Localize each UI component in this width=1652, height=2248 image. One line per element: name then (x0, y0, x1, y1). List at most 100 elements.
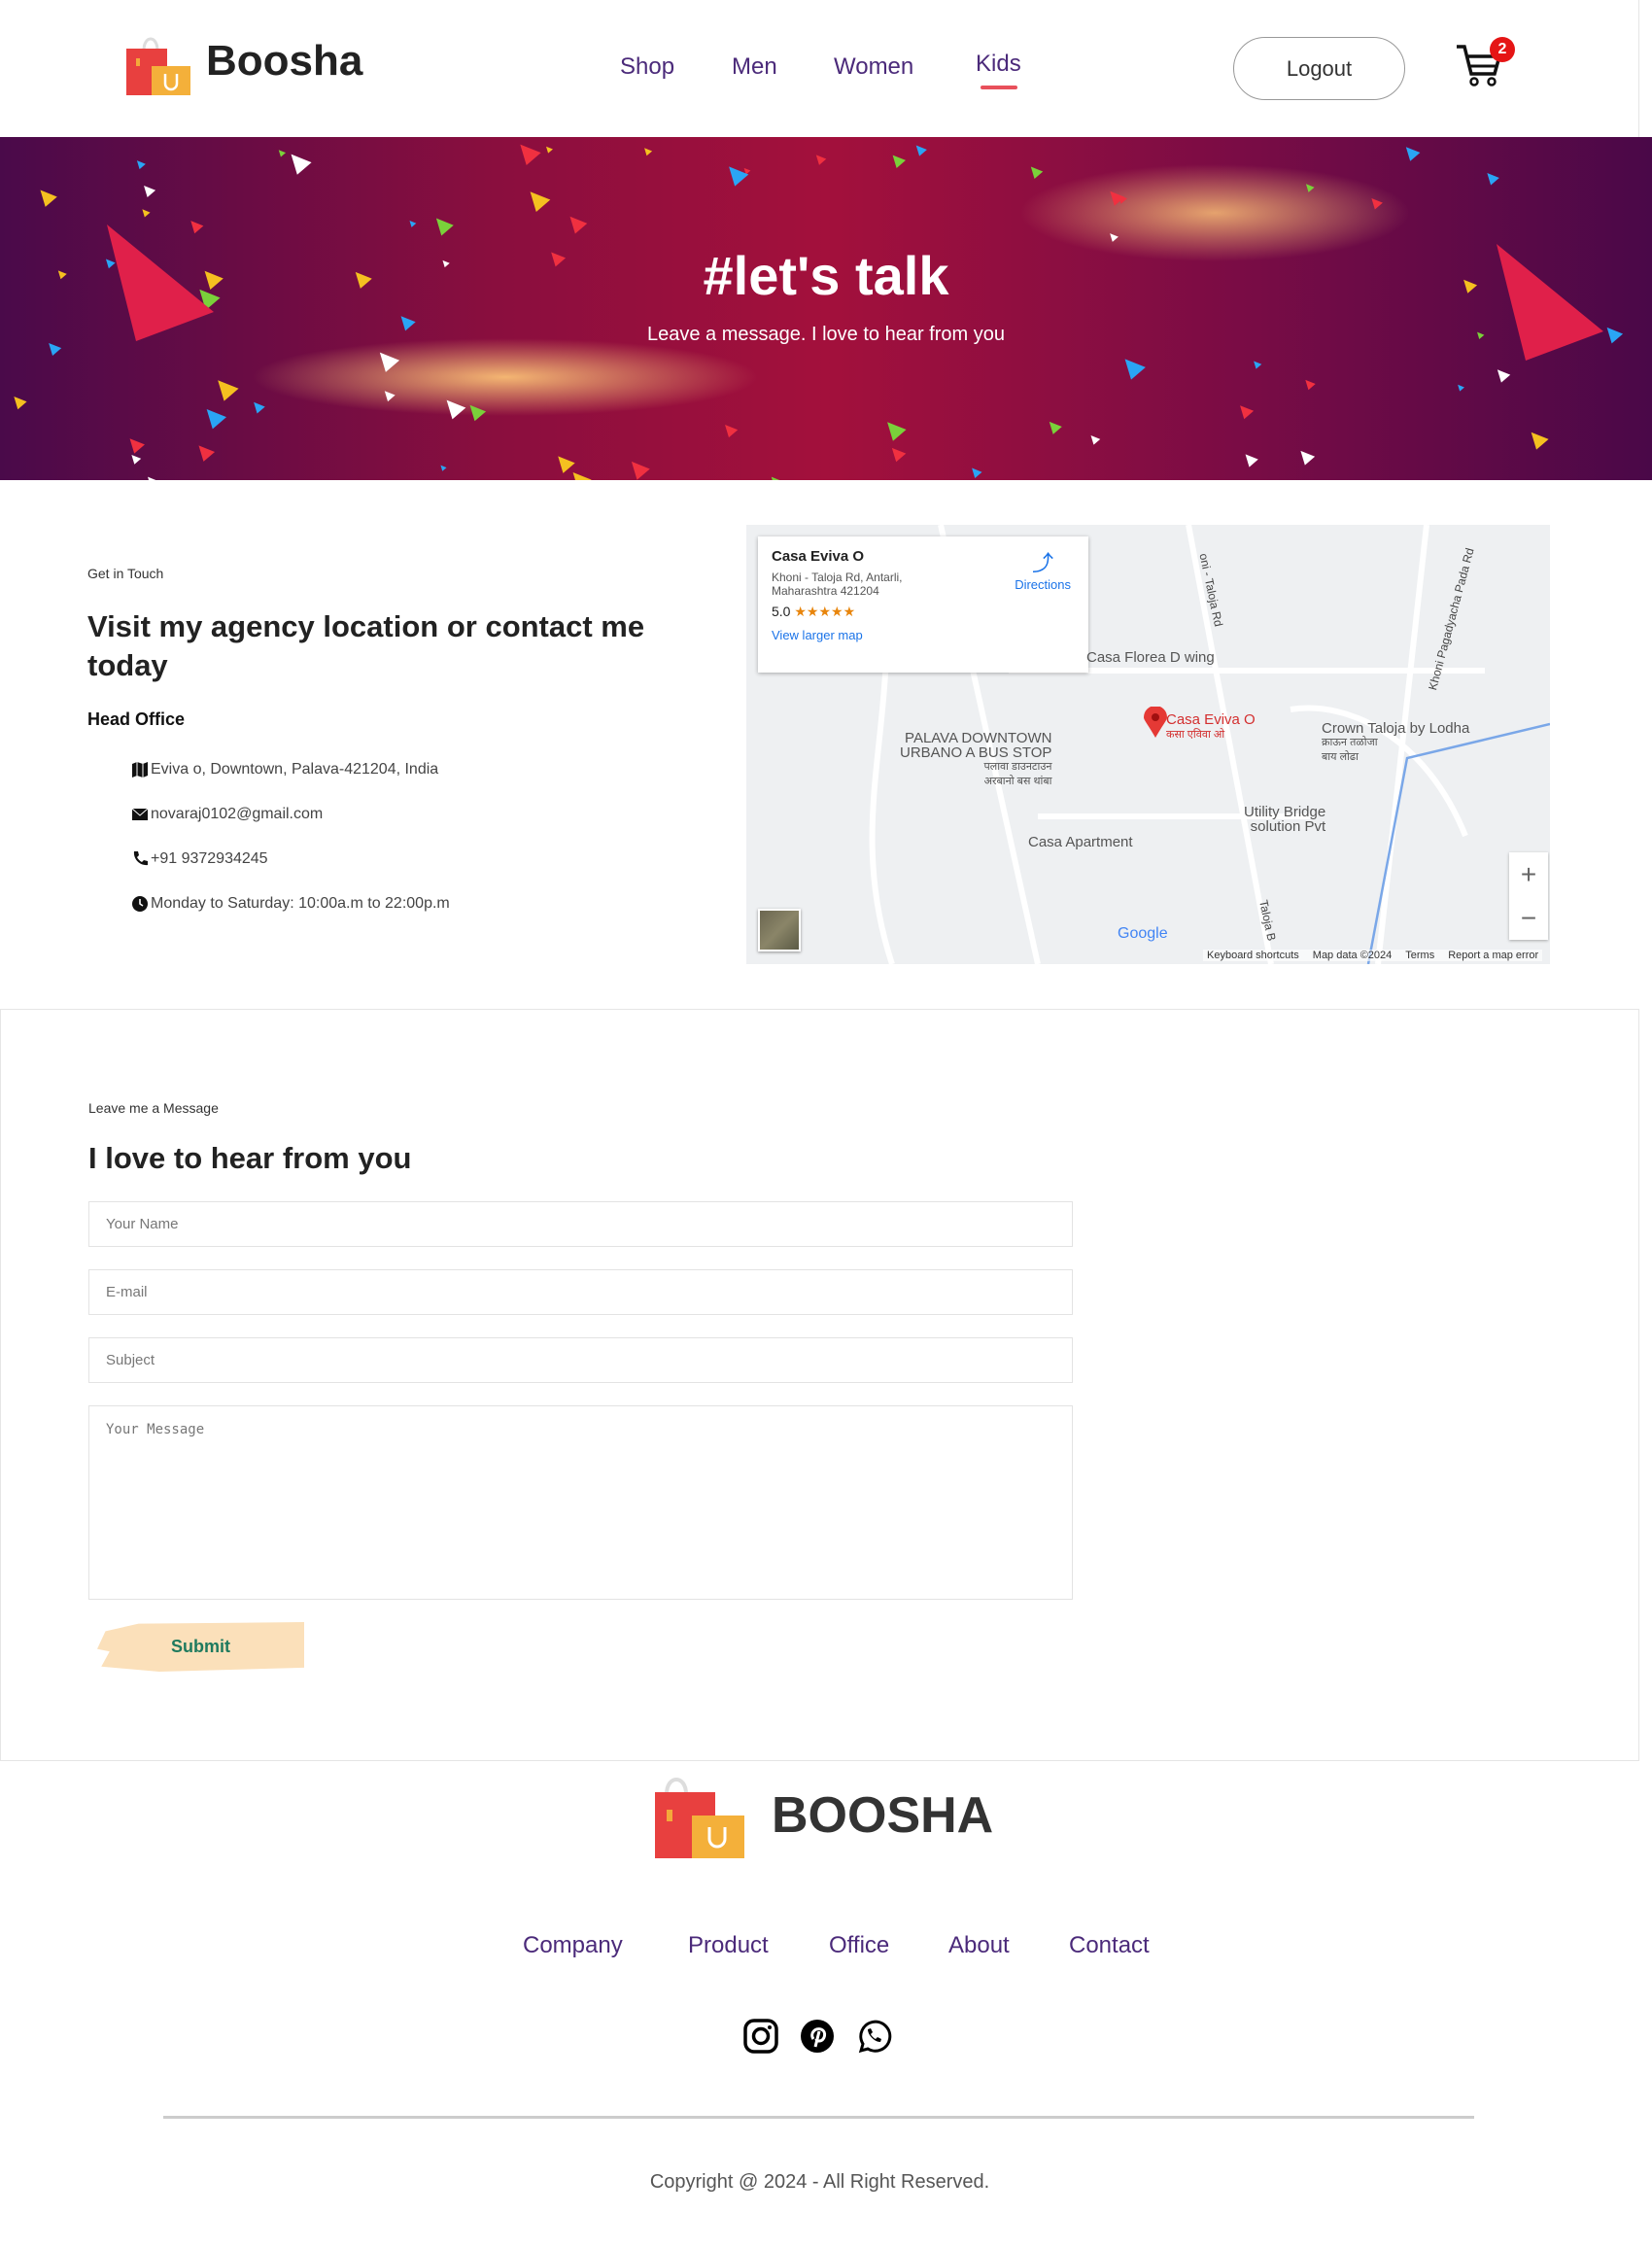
map-label: Crown Taloja by Lodha (1322, 720, 1470, 737)
confetti-piece (1300, 450, 1316, 466)
envelope-icon (131, 808, 149, 820)
confetti-piece (1531, 432, 1549, 450)
message-textarea[interactable]: Your Message (88, 1405, 1073, 1600)
report-map-error-link[interactable]: Report a map error (1448, 950, 1538, 961)
directions-button[interactable]: ⤴ Directions (1015, 546, 1071, 592)
nav-kids[interactable]: Kids (976, 51, 1021, 78)
site-header: Boosha Shop Men Women Kids Logout 2 (0, 0, 1639, 137)
confetti-decoration (14, 144, 1624, 480)
keyboard-shortcuts-link[interactable]: Keyboard shortcuts (1207, 950, 1299, 961)
brand-name[interactable]: Boosha (206, 37, 362, 86)
embedded-map[interactable]: Casa Eviva O Khoni - Taloja Rd, Antarli,… (746, 525, 1550, 964)
directions-icon: ⤴ (1032, 551, 1054, 575)
contact-email: novaraj0102@gmail.com (131, 806, 323, 823)
nav-women[interactable]: Women (834, 53, 913, 81)
map-label: PALAVA DOWNTOWN (905, 730, 1052, 746)
footer-divider (163, 2116, 1474, 2119)
email-input[interactable]: E-mail (88, 1269, 1073, 1315)
email-text[interactable]: novaraj0102@gmail.com (151, 806, 323, 823)
confetti-piece (379, 352, 400, 372)
map-pin-red-icon[interactable] (1144, 707, 1167, 738)
map-label: Casa Florea D wing (1086, 649, 1215, 666)
map-icon (132, 762, 148, 778)
logout-button[interactable]: Logout (1233, 37, 1405, 100)
banner-subtitle: Leave a message. I love to hear from you (647, 324, 1005, 345)
zoom-controls: + − (1509, 852, 1548, 940)
footer-link-product[interactable]: Product (688, 1932, 769, 1959)
map-label: कसा एविवा ओ (1166, 729, 1225, 741)
whatsapp-icon[interactable] (855, 2018, 892, 2055)
zoom-in-button[interactable]: + (1509, 852, 1548, 896)
confetti-piece (446, 399, 466, 420)
confetti-piece (1049, 421, 1062, 434)
banner-title: #let's talk (703, 245, 949, 306)
map-label: क्राऊन तळोजा (1322, 737, 1378, 748)
confetti-piece (254, 401, 265, 414)
confetti-piece (520, 144, 541, 165)
hero-banner: #let's talk Leave a message. I love to h… (0, 137, 1652, 480)
confetti-piece (1090, 434, 1101, 445)
confetti-piece (218, 380, 239, 401)
message-eyebrow: Leave me a Message (88, 1100, 219, 1116)
confetti-piece (725, 424, 739, 438)
confetti-piece (440, 465, 447, 471)
satellite-toggle[interactable] (758, 909, 801, 951)
contact-phone: +91 9372934245 (131, 850, 268, 868)
confetti-piece (14, 396, 27, 410)
footer-logo-icon (655, 1778, 744, 1858)
confetti-piece (972, 467, 982, 478)
confetti-piece (435, 218, 454, 236)
contact-address: Eviva o, Downtown, Palava-421204, India (131, 761, 438, 778)
confetti-piece (136, 160, 146, 170)
pinterest-icon[interactable] (799, 2018, 836, 2055)
confetti-piece (198, 445, 216, 462)
confetti-piece (144, 185, 156, 197)
active-nav-indicator (981, 86, 1017, 89)
confetti-piece (384, 391, 396, 402)
contact-hours: Monday to Saturday: 10:00a.m to 22:00p.m (131, 895, 450, 913)
name-input[interactable]: Your Name (88, 1201, 1073, 1247)
confetti-piece (891, 447, 907, 463)
clock-icon (132, 896, 148, 912)
footer-link-company[interactable]: Company (523, 1932, 623, 1959)
map-label: Casa Eviva O (1166, 711, 1256, 728)
map-label: URBANO A BUS STOP (900, 744, 1052, 761)
confetti-piece (1405, 147, 1421, 161)
confetti-piece (1497, 369, 1511, 383)
map-data-text: Map data ©2024 (1312, 950, 1393, 961)
confetti-piece (558, 456, 575, 473)
confetti-piece (1305, 379, 1316, 391)
terms-link[interactable]: Terms (1405, 950, 1434, 961)
nav-men[interactable]: Men (732, 53, 777, 81)
confetti-piece (1245, 454, 1258, 467)
confetti-piece (469, 404, 487, 422)
map-label: पलावा डाउनटाउन (983, 761, 1052, 773)
nav-shop[interactable]: Shop (620, 53, 674, 81)
phone-icon (133, 851, 148, 866)
submit-button[interactable]: Submit (97, 1622, 304, 1672)
confetti-piece (1371, 197, 1383, 210)
confetti-piece (1305, 184, 1315, 192)
footer-link-contact[interactable]: Contact (1069, 1932, 1150, 1959)
confetti-piece (148, 476, 156, 480)
rating-stars: ★★★★★ (794, 604, 856, 619)
map-place-card: Casa Eviva O Khoni - Taloja Rd, Antarli,… (758, 536, 1088, 673)
confetti-piece (1110, 233, 1119, 242)
subject-input[interactable]: Subject (88, 1337, 1073, 1383)
map-label: Casa Apartment (1028, 834, 1133, 850)
confetti-piece (644, 148, 653, 156)
confetti-piece (887, 422, 907, 441)
footer-link-about[interactable]: About (948, 1932, 1010, 1959)
shopping-bag-logo-icon (126, 37, 190, 95)
phone-text[interactable]: +91 9372934245 (151, 850, 268, 868)
head-office-label: Head Office (87, 709, 186, 729)
confetti-piece (569, 216, 588, 234)
view-larger-map-link[interactable]: View larger map (772, 628, 1075, 642)
zoom-out-button[interactable]: − (1509, 896, 1548, 940)
instagram-icon[interactable] (742, 2018, 779, 2055)
map-label: Utility Bridge (1244, 804, 1326, 820)
footer-link-office[interactable]: Office (829, 1932, 889, 1959)
copyright-text: Copyright @ 2024 - All Right Reserved. (649, 2171, 990, 2193)
confetti-piece (206, 409, 227, 430)
confetti-piece (142, 209, 151, 218)
